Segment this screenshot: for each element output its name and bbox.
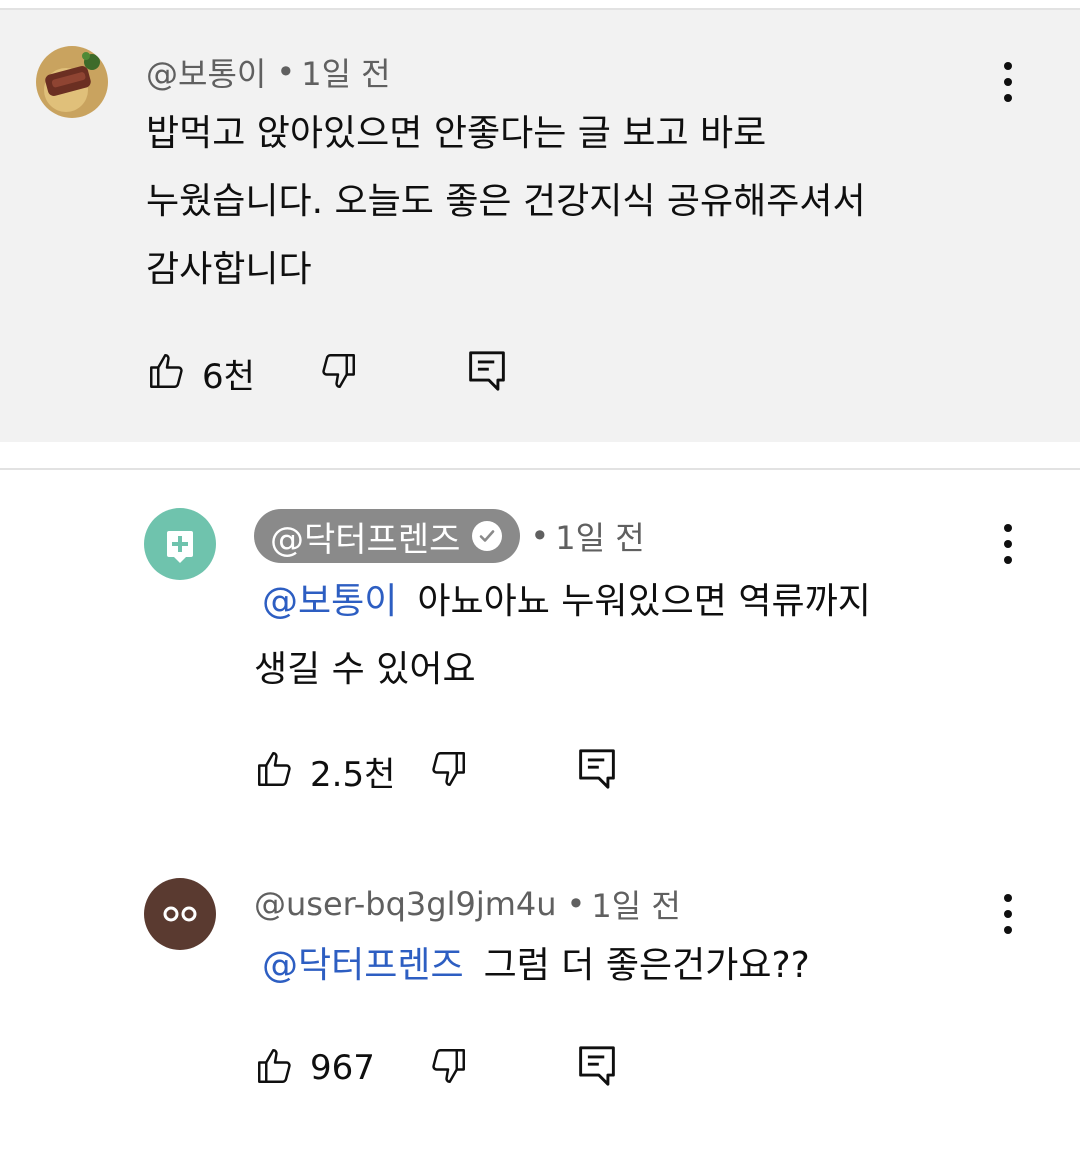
comment-line: 밥먹고 앉아있으면 안좋다는 글 보고 바로 [146, 113, 767, 154]
comment-line: @닥터프렌즈 그럼 더 좋은건가요?? [262, 932, 810, 1000]
like-icon[interactable] [254, 748, 296, 794]
avatar-doctor-friends[interactable] [144, 508, 216, 580]
reply-actions: 2.5천 [254, 741, 617, 801]
avatar-user[interactable] [144, 878, 216, 950]
comment-actions: 6천 [146, 343, 507, 403]
more-dot [1004, 894, 1012, 902]
more-options-button[interactable] [988, 886, 1028, 942]
reply-body: @닥터프렌즈 그럼 더 좋은건가요?? [262, 932, 810, 1000]
more-options-button[interactable] [988, 54, 1028, 110]
author-name[interactable]: @보통이 [146, 49, 266, 95]
comment-meta: @보통이 • 1일 전 [146, 49, 391, 95]
comment-body: 밥먹고 앉아있으면 안좋다는 글 보고 바로 누웠습니다. 오늘도 좋은 건강지… [146, 100, 866, 304]
meta-separator: • [530, 517, 550, 555]
reply-meta: @user-bq3gl9jm4u • 1일 전 [254, 884, 681, 925]
timestamp: 1일 전 [301, 55, 391, 93]
comment-line: 감사합니다 [146, 249, 312, 290]
more-dot [1004, 556, 1012, 564]
comment-text: 그럼 더 좋은건가요?? [483, 945, 810, 986]
like-count: 967 [310, 1048, 375, 1088]
reply-actions: 967 [254, 1038, 617, 1098]
creator-badge[interactable]: @닥터프렌즈 [254, 509, 521, 563]
author-name[interactable]: @user-bq3gl9jm4u [254, 885, 557, 923]
verified-check-icon [472, 521, 503, 551]
comment-line: @보통이 아뇨아뇨 누워있으면 역류까지 [262, 568, 871, 636]
author-name: @닥터프렌즈 [270, 519, 461, 560]
comment-line: 누웠습니다. 오늘도 좋은 건강지식 공유해주셔서 [146, 181, 866, 222]
dislike-icon[interactable] [427, 748, 469, 794]
section-divider [0, 468, 1080, 470]
meta-separator: • [566, 885, 586, 923]
more-dot [1004, 62, 1012, 70]
more-dot [1004, 540, 1012, 548]
more-dot [1004, 910, 1012, 918]
like-count: 6천 [202, 356, 255, 397]
dislike-icon[interactable] [317, 350, 359, 396]
more-dot [1004, 524, 1012, 532]
comment-line: 생길 수 있어요 [254, 649, 476, 690]
timestamp: 1일 전 [555, 519, 645, 557]
reply-icon[interactable] [577, 1044, 617, 1092]
mention-link[interactable]: @보통이 [262, 581, 397, 622]
more-dot [1004, 926, 1012, 934]
more-options-button[interactable] [988, 516, 1028, 572]
reply-body: @보통이 아뇨아뇨 누워있으면 역류까지 생길 수 있어요 [254, 568, 871, 704]
reply-icon[interactable] [577, 747, 617, 795]
comment-text: 아뇨아뇨 누워있으면 역류까지 [417, 581, 871, 622]
more-dot [1004, 94, 1012, 102]
like-count: 2.5천 [310, 754, 396, 795]
more-dot [1004, 78, 1012, 86]
meta-separator: • [276, 53, 296, 91]
dislike-icon[interactable] [427, 1045, 469, 1091]
like-icon[interactable] [254, 1045, 296, 1091]
avatar-steak[interactable] [36, 46, 108, 118]
mention-link[interactable]: @닥터프렌즈 [262, 945, 464, 986]
timestamp: 1일 전 [591, 887, 681, 925]
reply-meta: @닥터프렌즈 • 1일 전 [254, 508, 645, 564]
like-icon[interactable] [146, 350, 188, 396]
reply-icon[interactable] [467, 349, 507, 397]
